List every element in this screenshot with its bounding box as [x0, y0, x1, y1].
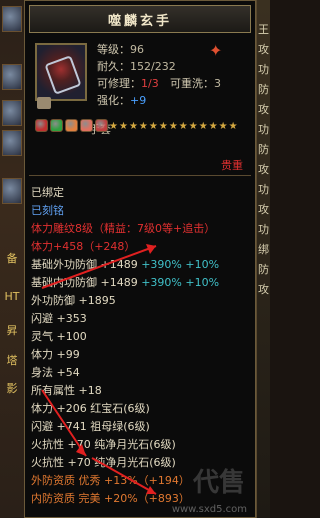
- left-slot-icon[interactable]: [2, 130, 22, 156]
- left-strip-label: 昇: [6, 324, 18, 337]
- right-strip-char: 攻: [258, 43, 269, 56]
- attribute-line: 基础外功防御 +1489 +390% +10%: [31, 258, 220, 271]
- item-title-bar: 噬麟玄手: [29, 5, 251, 33]
- right-sidebar: 王 攻 功 防 攻 功 防 攻 功 攻 功 绑 防 攻: [256, 0, 270, 518]
- right-strip-char: 绑: [258, 243, 269, 256]
- item-tooltip: 噬麟玄手 ✦ 等级：96 耐久：152/232 可修理：1/3 可重洗：3 强化…: [24, 0, 256, 518]
- watermark-logo: 代售: [192, 468, 245, 498]
- bag-icon: [37, 97, 51, 109]
- right-strip-char: 攻: [258, 283, 269, 296]
- attribute-line: 火抗性 +70 纯净月光石(6级): [31, 438, 176, 451]
- star-icon: ★: [138, 121, 148, 132]
- star-icon: ★: [109, 121, 118, 132]
- right-strip-char: 攻: [258, 103, 269, 116]
- attribute-line: 所有属性 +18: [31, 384, 102, 397]
- attribute-line: 身法 +54: [31, 366, 80, 379]
- star-icon: ★: [188, 121, 198, 132]
- attribute-line: 体力雕纹8级（精益：7级0等+追击）: [31, 222, 216, 235]
- left-slot-icon[interactable]: [2, 100, 22, 126]
- right-strip-char: 防: [258, 263, 269, 276]
- star-icon: ★: [118, 121, 128, 132]
- rewash-line: 可重洗：3: [170, 77, 221, 90]
- right-strip-char: 功: [258, 63, 269, 76]
- star-icon: ★: [178, 121, 188, 132]
- right-strip-char: 防: [258, 83, 269, 96]
- attribute-line: 闪避 +741 祖母绿(6级): [31, 420, 150, 433]
- gem-icon: [65, 119, 78, 132]
- star-icon: ★: [168, 121, 178, 132]
- right-strip-char: 王: [258, 23, 269, 36]
- star-icon: ★: [198, 121, 208, 132]
- gem-icon: [50, 119, 63, 132]
- star-icon: ★: [148, 121, 158, 132]
- attribute-line: 灵气 +100: [31, 330, 87, 343]
- left-strip-label: 备: [6, 252, 18, 265]
- watermark-text: www.sxd5.com: [171, 504, 247, 515]
- attribute-line: 已绑定: [31, 186, 64, 199]
- right-strip-char: 功: [258, 183, 269, 196]
- gem-slots: [35, 119, 108, 132]
- divider: [29, 175, 251, 176]
- star-icon: ★: [228, 121, 238, 132]
- right-strip-char: 功: [258, 223, 269, 236]
- attribute-line: 外功防御 +1895: [31, 294, 116, 307]
- attribute-line: 已刻铭: [31, 204, 64, 217]
- gem-icon: [80, 119, 93, 132]
- left-slot-icon[interactable]: [2, 64, 22, 90]
- left-slot-icon[interactable]: [2, 178, 22, 204]
- star-icon: ★: [158, 121, 168, 132]
- durability-line: 耐久：152/232: [97, 60, 176, 73]
- left-sidebar: 备 HT 昇 塔 影: [0, 0, 24, 518]
- star-rating: ★ ★ ★ ★ ★ ★ ★ ★ ★ ★ ★ ★ ★: [109, 121, 238, 132]
- item-header: ✦ 等级：96 耐久：152/232 可修理：1/3 可重洗：3 强化：+9: [25, 33, 255, 118]
- right-strip-char: 攻: [258, 203, 269, 216]
- quality-badge: 贵重: [221, 159, 243, 172]
- left-strip-label: 塔: [6, 354, 18, 367]
- right-strip-char: 防: [258, 143, 269, 156]
- glove-icon: [35, 43, 87, 101]
- repair-line: 可修理：1/3: [97, 77, 159, 90]
- level-line: 等级：96: [97, 43, 144, 56]
- attribute-line: 闪避 +353: [31, 312, 87, 325]
- right-strip-char: 功: [258, 123, 269, 136]
- attribute-line: 体力 +99: [31, 348, 80, 361]
- attribute-line: 体力+458（+248）: [31, 240, 136, 253]
- spark-icon: ✦: [209, 41, 223, 60]
- attribute-list: 已绑定已刻铭体力雕纹8级（精益：7级0等+追击） 体力+458（+248） 基础外功…: [31, 184, 251, 508]
- strength-line: 强化：+9: [97, 94, 147, 107]
- left-strip-label: 影: [6, 382, 18, 395]
- left-strip-label: HT: [4, 290, 20, 303]
- star-icon: ★: [218, 121, 228, 132]
- gem-icon: [95, 119, 108, 132]
- star-icon: ★: [208, 121, 218, 132]
- gem-icon: [35, 119, 48, 132]
- item-name: 噬麟玄手: [107, 13, 172, 29]
- attribute-line: 体力 +206 红宝石(6级): [31, 402, 150, 415]
- attribute-line: 基础内功防御 +1489 +390% +10%: [31, 276, 220, 289]
- star-icon: ★: [128, 121, 138, 132]
- left-slot-icon[interactable]: [2, 6, 22, 32]
- right-strip-char: 攻: [258, 163, 269, 176]
